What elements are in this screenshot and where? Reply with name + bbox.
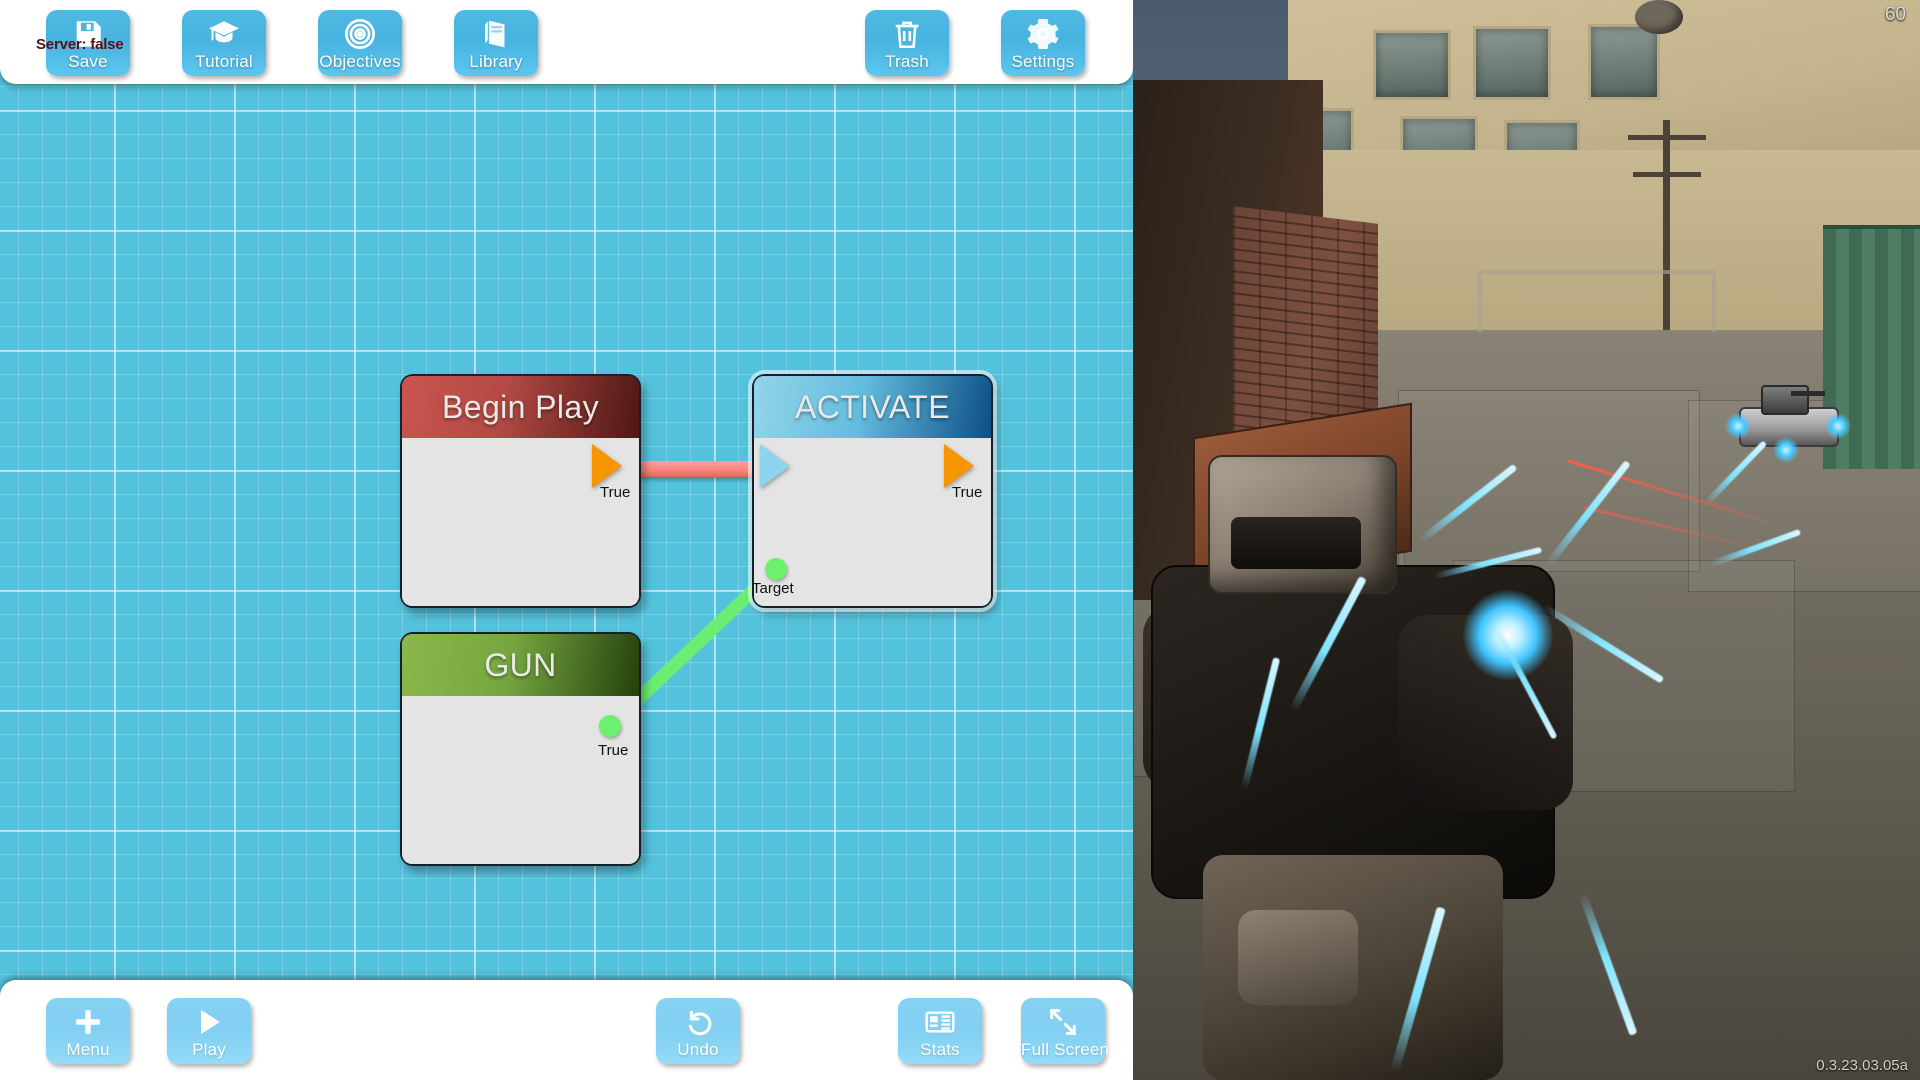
play-button[interactable]: Play	[167, 998, 251, 1064]
pin-activate-target-label: Target	[752, 580, 794, 597]
application-window: Begin Play True ACTIVATE True Target GUN…	[0, 0, 1920, 1080]
graduation-cap-icon	[182, 15, 266, 53]
node-begin-play-title: Begin Play	[442, 388, 599, 425]
tutorial-button[interactable]: Tutorial	[182, 10, 266, 76]
plus-icon	[46, 1003, 130, 1041]
gear-icon	[1001, 15, 1085, 53]
game-viewport[interactable]: 60 0.3.23.03.05a	[1133, 0, 1920, 1080]
pin-activate-true-out[interactable]: True	[944, 444, 982, 501]
node-gun-header[interactable]: GUN	[402, 634, 639, 696]
tutorial-label: Tutorial	[195, 52, 253, 71]
thruster-glow	[1725, 413, 1751, 439]
play-triangle-icon	[167, 1003, 251, 1041]
menu-label: Menu	[66, 1040, 110, 1059]
satellite-dish	[1635, 0, 1683, 34]
stats-button[interactable]: Stats	[898, 998, 982, 1064]
editor-bottom-toolbar: Menu Play Undo Stats Full Screen	[0, 980, 1133, 1080]
undo-button[interactable]: Undo	[656, 998, 740, 1064]
enemy-robot-drone	[1725, 385, 1851, 463]
drone-turret	[1761, 385, 1809, 415]
exec-out-triangle-icon	[592, 444, 622, 488]
exec-out-triangle-icon	[944, 444, 974, 488]
book-icon	[454, 15, 538, 53]
mech-visor	[1231, 517, 1361, 569]
expand-arrows-icon	[1021, 1003, 1105, 1041]
exec-in-triangle-icon	[760, 444, 790, 488]
trash-label: Trash	[885, 52, 929, 71]
save-label: Save	[68, 52, 108, 71]
pin-gun-true-out[interactable]	[599, 715, 621, 737]
pin-activate-exec-in[interactable]	[760, 444, 790, 488]
thruster-glow	[1773, 437, 1799, 463]
stats-report-icon	[898, 1003, 982, 1041]
pin-gun-true-label: True	[598, 742, 629, 759]
settings-label: Settings	[1011, 52, 1075, 71]
node-gun-title: GUN	[484, 646, 557, 683]
drone-barrel	[1791, 391, 1825, 396]
window	[1588, 24, 1660, 100]
pin-begin-play-true-label: True	[600, 484, 631, 501]
window	[1373, 30, 1451, 100]
node-begin-play-header[interactable]: Begin Play	[402, 376, 639, 438]
trash-can-icon	[865, 15, 949, 53]
energy-impact-burst	[1463, 590, 1553, 680]
objectives-button[interactable]: Objectives	[318, 10, 402, 76]
fps-counter: 60	[1884, 4, 1906, 25]
play-label: Play	[192, 1040, 226, 1059]
node-activate-header[interactable]: ACTIVATE	[754, 376, 991, 438]
library-button[interactable]: Library	[454, 10, 538, 76]
pin-begin-play-true-out[interactable]: True	[592, 444, 630, 501]
utility-pole-crossarm	[1628, 135, 1706, 140]
window	[1473, 26, 1551, 100]
player-mech	[1143, 455, 1643, 1080]
pin-activate-target-in[interactable]	[765, 558, 787, 580]
trash-button[interactable]: Trash	[865, 10, 949, 76]
fullscreen-button[interactable]: Full Screen	[1021, 998, 1110, 1064]
undo-arrow-icon	[656, 1003, 740, 1041]
settings-button[interactable]: Settings	[1001, 10, 1085, 76]
fullscreen-label: Full Screen	[1021, 1040, 1110, 1059]
node-activate-title: ACTIVATE	[795, 388, 950, 425]
stats-label: Stats	[920, 1040, 960, 1059]
server-status-overlay: Server: false	[36, 36, 124, 53]
editor-top-toolbar: Save Tutorial Objectives Library Trash S…	[0, 0, 1133, 84]
menu-button[interactable]: Menu	[46, 998, 130, 1064]
metal-railing	[1478, 270, 1716, 332]
library-label: Library	[469, 52, 523, 71]
objectives-label: Objectives	[319, 52, 401, 71]
mech-knee-armor	[1238, 910, 1358, 1005]
utility-pole-crossarm	[1633, 172, 1701, 177]
version-label: 0.3.23.03.05a	[1816, 1057, 1908, 1074]
node-graph-editor[interactable]: Begin Play True ACTIVATE True Target GUN…	[0, 0, 1133, 1080]
thruster-glow	[1825, 413, 1851, 439]
undo-label: Undo	[677, 1040, 719, 1059]
target-icon	[318, 15, 402, 53]
pin-activate-true-label: True	[952, 484, 983, 501]
